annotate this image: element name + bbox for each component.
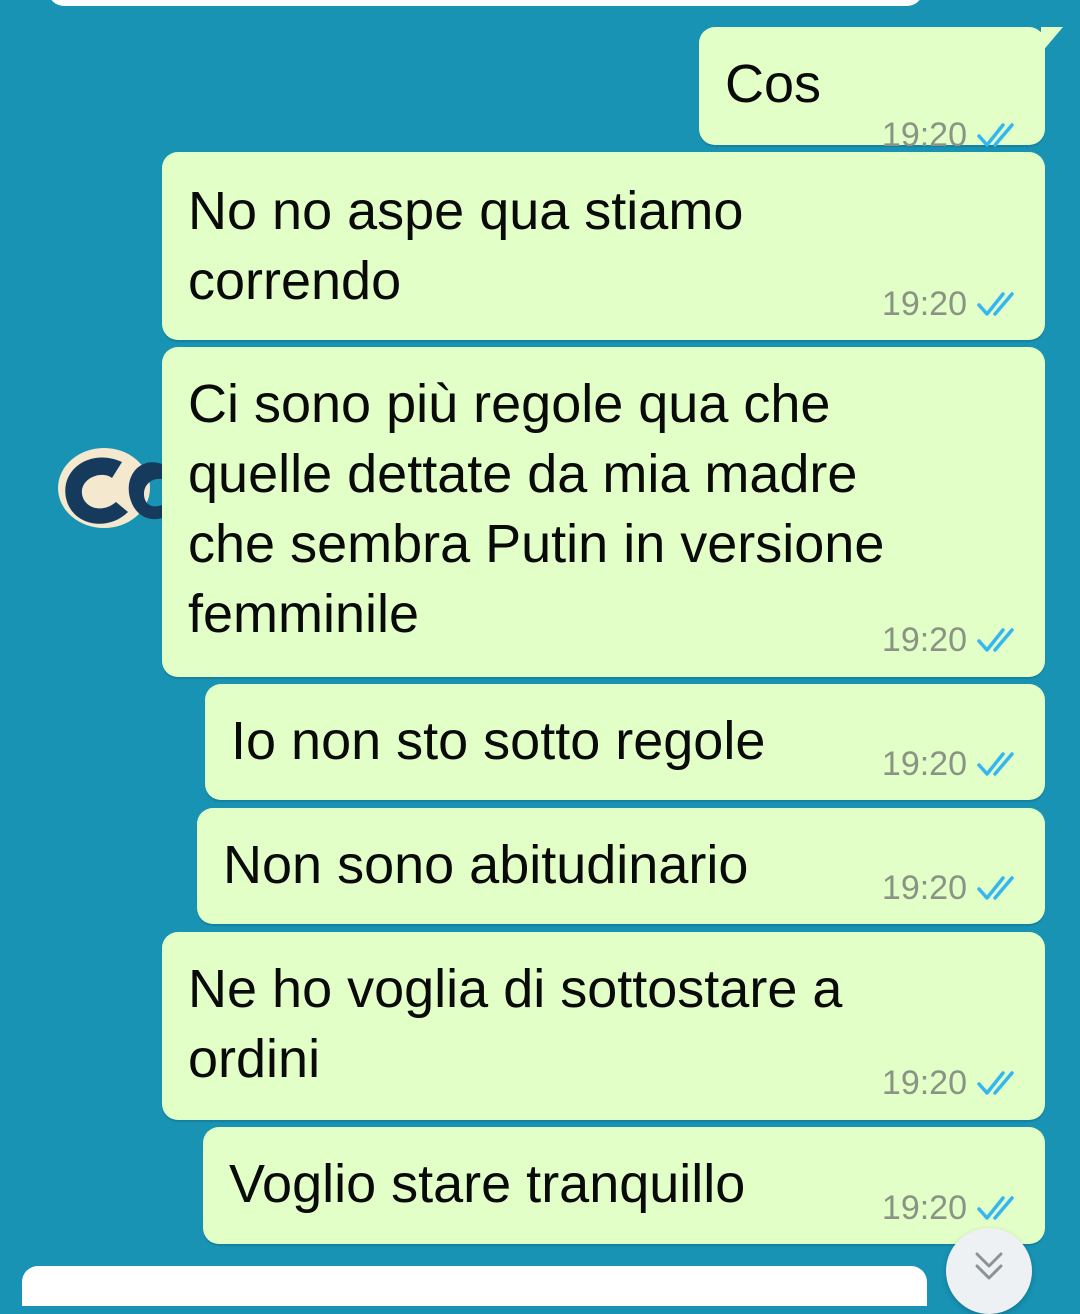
double-check-icon <box>977 123 1014 147</box>
message-meta: 19:20 <box>882 620 1023 660</box>
message-time: 19:20 <box>881 744 967 783</box>
message-bubble[interactable]: Cos 19:20 <box>699 27 1063 154</box>
message-meta: 19:20 <box>882 744 1023 784</box>
message-time: 19:20 <box>881 115 967 154</box>
double-check-icon <box>977 292 1014 316</box>
message-text: Voglio stare tranquillo <box>229 1154 746 1214</box>
message-meta: 19:20 <box>882 1063 1023 1103</box>
message-text: Ne ho voglia di sottostare a ordini <box>188 959 843 1089</box>
message-bubble[interactable]: No no aspe qua stiamo correndo 19:20 <box>162 152 1045 340</box>
message-bubble[interactable]: Ci sono più regole qua che quelle dettat… <box>162 347 1045 677</box>
message-bubble[interactable]: Ne ho voglia di sottostare a ordini 19:2… <box>162 932 1045 1120</box>
message-time: 19:20 <box>881 868 967 907</box>
message-bubble[interactable]: Io non sto sotto regole 19:20 <box>205 684 1045 800</box>
message-meta: 19:20 <box>882 868 1023 908</box>
message-meta: 19:20 <box>882 1188 1023 1228</box>
message-bubble[interactable]: Non sono abitudinario 19:20 <box>197 808 1045 924</box>
message-text: Ci sono più regole qua che quelle dettat… <box>188 374 885 644</box>
double-check-icon <box>977 752 1014 776</box>
message-time: 19:20 <box>881 284 967 323</box>
message-text: Non sono abitudinario <box>223 835 749 895</box>
double-check-icon <box>977 1071 1014 1095</box>
double-check-icon <box>977 1196 1014 1220</box>
message-text: Cos <box>725 54 822 114</box>
message-time: 19:20 <box>881 1063 967 1102</box>
chevron-double-down-icon <box>975 1252 1003 1280</box>
message-text: Io non sto sotto regole <box>231 711 766 771</box>
message-time: 19:20 <box>881 620 967 659</box>
bubble-tail <box>1041 27 1063 53</box>
wallpaper-logo-fragment <box>58 448 170 528</box>
message-meta: 19:20 <box>882 284 1023 324</box>
message-time: 19:20 <box>881 1188 967 1227</box>
message-text: No no aspe qua stiamo correndo <box>188 181 744 311</box>
double-check-icon <box>977 876 1014 900</box>
message-input-edge[interactable] <box>22 1266 927 1306</box>
previous-message-bubble-edge <box>48 0 923 6</box>
message-meta: 19:20 <box>882 115 1023 155</box>
scroll-to-bottom-button[interactable] <box>946 1228 1032 1314</box>
double-check-icon <box>977 628 1014 652</box>
message-bubble[interactable]: Voglio stare tranquillo 19:20 <box>203 1127 1045 1244</box>
